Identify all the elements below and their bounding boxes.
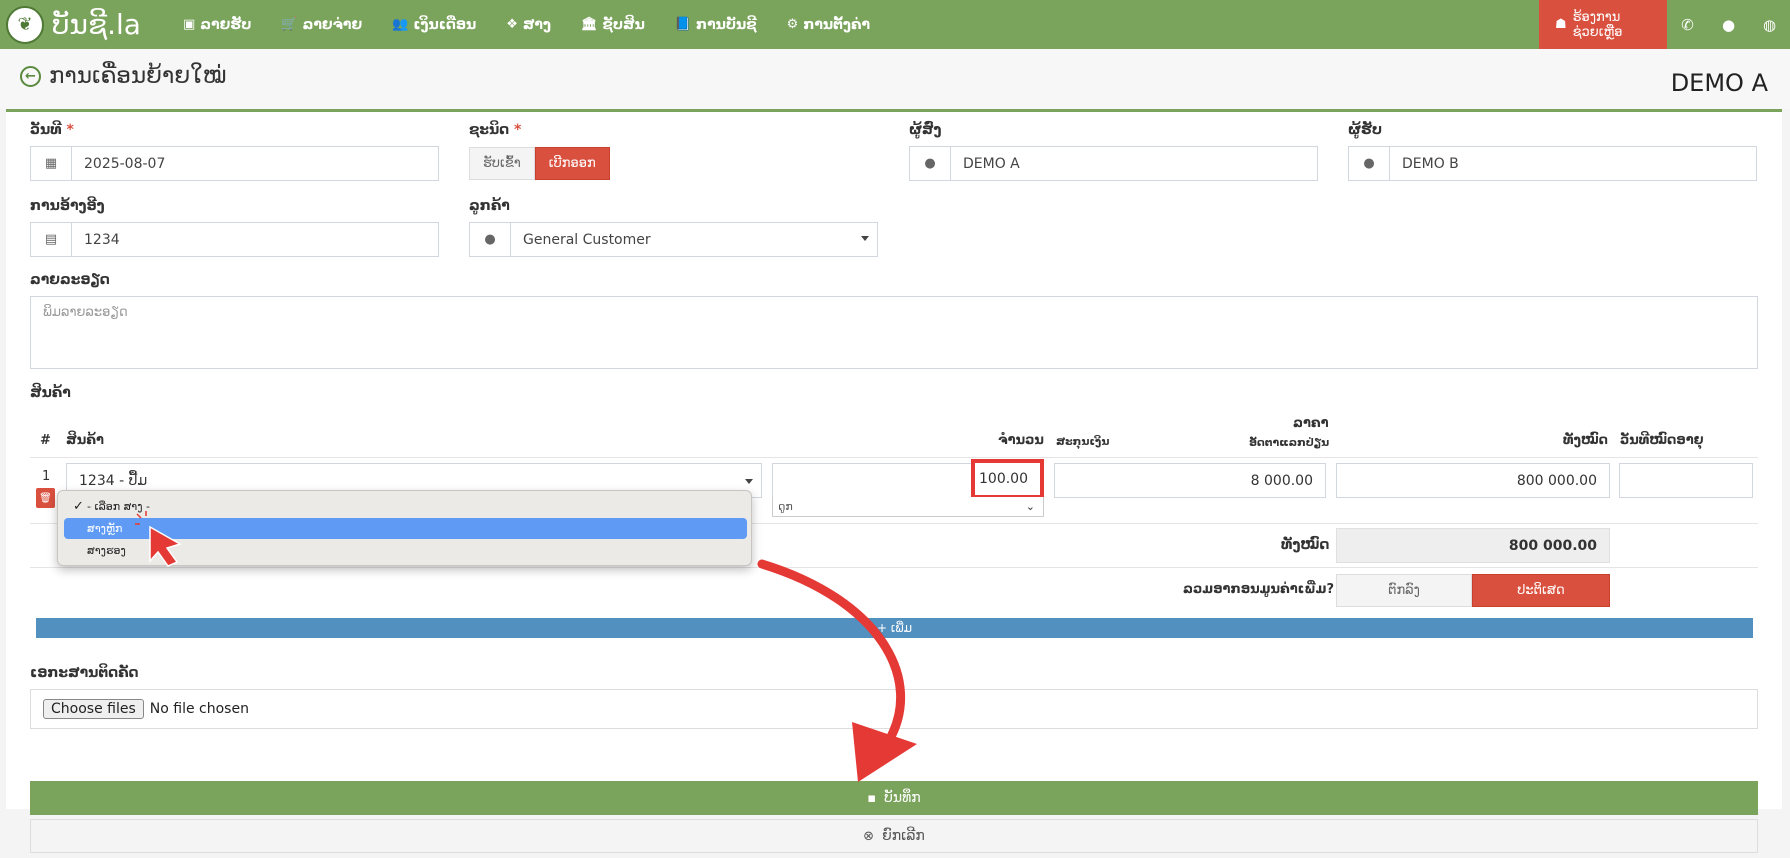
file-input[interactable]: Choose files No file chosen (30, 689, 1758, 729)
col-quantity: ຈຳນວນ (998, 433, 1044, 448)
expiry-input[interactable] (1619, 463, 1753, 498)
receiver-label: ຜູ້ຮັບ (1348, 122, 1383, 138)
help-request-button[interactable]: ☗ ຮ້ອງການຊ່ວຍເຫຼືອ (1539, 0, 1667, 49)
grand-total-label: ທັງໝົດ (1281, 537, 1330, 553)
dropdown-option-placeholder[interactable]: ✓ - ເລືອກ ສາງ - (64, 496, 747, 517)
back-arrow-icon[interactable]: ← (20, 65, 41, 87)
brand[interactable]: ❦ ບັນຊີ.la (0, 0, 168, 49)
checkmark-icon: ✓ (73, 499, 84, 514)
vat-yes-button[interactable]: ຕົກລົງ (1336, 574, 1472, 607)
type-toggle: ຮັບເຂົ້າ ເບີກອອກ (469, 147, 610, 180)
nav-right: ☗ ຮ້ອງການຊ່ວຍເຫຼືອ ✆ ● ◍ (1539, 0, 1790, 49)
row-total: 800 000.00 (1336, 463, 1610, 498)
page-title: ການເຄື່ອນຍ້າຍໃໝ່ (49, 63, 227, 89)
choose-files-button[interactable]: Choose files (43, 699, 144, 719)
warehouse-dropdown: ✓ - ເລືອກ ສາງ - ສາງຫຼັກ ສາງຮອງ (57, 490, 752, 566)
vat-no-button[interactable]: ປະຕິເສດ (1472, 574, 1610, 607)
row-number: 1 (42, 469, 51, 484)
nav-item-warehouse[interactable]: ❖ ສາງ (491, 0, 566, 49)
bank-icon: 🏛 (580, 17, 598, 32)
main-nav: ▣ ລາຍຮັບ 🛒 ລາຍຈ່າຍ 👥 ເງິນເດືອນ ❖ ສາງ 🏛 ຊັບສິນ… (168, 0, 885, 49)
floppy-disk-icon: ▪ (867, 790, 877, 806)
customer-select[interactable]: ● General Customer (469, 222, 878, 257)
page-header: ← ການເຄື່ອນຍ້າຍໃໝ່ DEMO A (0, 49, 1790, 109)
col-rate: ອັດຕາແລກປ່ຽນ (1249, 436, 1330, 449)
calendar-icon: ▦ (31, 147, 72, 180)
vat-toggle: ຕົກລົງ ປະຕິເສດ (1336, 574, 1610, 607)
col-price: ລາຄາ (1293, 416, 1329, 431)
brand-logo-icon: ❦ (6, 5, 44, 44)
details-textarea[interactable]: ພິມລາຍລະອຽດ (30, 296, 1758, 369)
file-status: No file chosen (149, 701, 249, 717)
col-expiry: ວັນທີໝົດອາຍຸ (1620, 433, 1704, 448)
users-icon: 👥 (392, 17, 409, 32)
attachments-label: ເອກະສານຕິດຄັດ (30, 665, 139, 681)
chevron-down-icon: ⌄ (1025, 500, 1035, 513)
sender-label: ຜູ້ສົ່ງ (909, 122, 942, 138)
support-icon: ☗ (1555, 17, 1567, 32)
user-icon: ● (910, 147, 951, 180)
globe-icon[interactable]: ◍ (1749, 0, 1790, 49)
caret-down-icon (745, 479, 753, 484)
user-icon: ● (470, 223, 511, 256)
nav-item-income[interactable]: ▣ ລາຍຮັບ (168, 0, 266, 49)
col-currency: ສະກຸນເງິນ (1056, 435, 1110, 448)
dropdown-option-main-warehouse[interactable]: ສາງຫຼັກ (64, 518, 747, 539)
dropdown-option-secondary-warehouse[interactable]: ສາງຮອງ (64, 540, 747, 561)
user-icon[interactable]: ● (1708, 0, 1749, 49)
user-icon: ● (1349, 147, 1390, 180)
save-button[interactable]: ▪ ບັນທຶກ (30, 781, 1758, 815)
brand-name: ບັນຊີ.la (52, 8, 141, 41)
money-icon: ▣ (183, 17, 196, 32)
trash-icon: 🗑 (39, 492, 52, 504)
customer-label: ລູກຄ້າ (469, 198, 510, 214)
cancel-button[interactable]: ⊗ ຍົກເລີກ (30, 819, 1758, 853)
receiver-field[interactable]: ● DEMO B (1348, 146, 1757, 181)
cubes-icon: ❖ (506, 17, 518, 32)
col-product: ສິນຄ້າ (66, 433, 104, 448)
reference-label: ການອ້າງອີງ (30, 198, 105, 214)
nav-item-settings[interactable]: ⚙ ການຕັ້ງຄ່າ (772, 0, 885, 49)
nav-item-assets[interactable]: 🏛 ຊັບສິນ (566, 0, 660, 49)
date-label: ວັນທີ * (30, 122, 74, 138)
price-input[interactable]: 8 000.00 (1054, 463, 1326, 498)
file-icon: ▤ (31, 223, 72, 256)
products-label: ສິນຄ້າ (30, 385, 71, 401)
table-divider (30, 567, 1758, 568)
col-num: # (40, 433, 51, 448)
date-field[interactable]: ▦ 2025-08-07 (30, 146, 439, 181)
caret-down-icon (861, 236, 869, 241)
type-option-receive[interactable]: ຮັບເຂົ້າ (469, 147, 535, 180)
quantity-input[interactable]: 100.00 (971, 459, 1044, 499)
col-total: ທັງໝົດ (1563, 433, 1608, 448)
unit-select[interactable]: ດູກ ⌄ (772, 497, 1044, 517)
reference-field[interactable]: ▤ 1234 (30, 222, 439, 257)
vat-label: ລວມອາກອນມູນຄ່າເພີ່ມ? (1183, 582, 1335, 597)
cart-icon: 🛒 (281, 17, 298, 32)
nav-item-accounting[interactable]: 📘 ການບັນຊີ (660, 0, 772, 49)
type-option-issue[interactable]: ເບີກອອກ (534, 147, 610, 180)
table-divider (30, 457, 1758, 458)
nav-item-salary[interactable]: 👥 ເງິນເດືອນ (377, 0, 491, 49)
cogs-icon: ⚙ (786, 17, 799, 32)
details-label: ລາຍລະອຽດ (30, 272, 110, 288)
type-label: ຊະນິດ * (469, 122, 522, 138)
book-icon: 📘 (674, 17, 692, 32)
top-navbar: ❦ ບັນຊີ.la ▣ ລາຍຮັບ 🛒 ລາຍຈ່າຍ 👥 ເງິນເດືອນ ❖… (0, 0, 1790, 49)
grand-total-value: 800 000.00 (1336, 528, 1610, 563)
company-name: DEMO A (1670, 69, 1768, 97)
sender-field[interactable]: ● DEMO A (909, 146, 1318, 181)
add-row-button[interactable]: + ເພີ່ມ (36, 618, 1753, 638)
delete-row-button[interactable]: 🗑 (36, 488, 55, 508)
close-circle-icon: ⊗ (863, 828, 875, 844)
nav-item-expense[interactable]: 🛒 ລາຍຈ່າຍ (266, 0, 377, 49)
whatsapp-icon[interactable]: ✆ (1667, 0, 1708, 49)
